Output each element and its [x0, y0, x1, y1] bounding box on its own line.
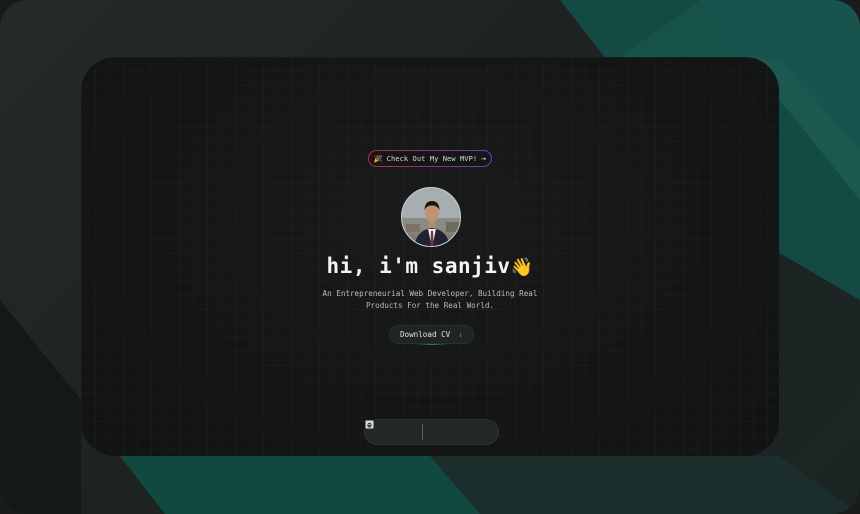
- page-title: hi, i'm sanjiv👋: [281, 254, 579, 278]
- avatar-illustration: [402, 188, 460, 246]
- dock-github-button[interactable]: [365, 420, 476, 441]
- mail-icon: [365, 421, 374, 428]
- download-arrow-icon: ↓: [458, 330, 464, 339]
- dock-projects-button[interactable]: [365, 421, 403, 441]
- download-cv-label: Download CV: [399, 330, 451, 339]
- tagline-line-2: Products For the Real World.: [365, 301, 494, 310]
- mvp-announcement-label: Check Out My New MVP!: [386, 154, 478, 163]
- avatar: [401, 187, 461, 247]
- desktop-background: 🎉 Check Out My New MVP! → hi, i'm sanjiv…: [0, 0, 860, 514]
- dock-divider: [422, 424, 424, 440]
- dock-email-button[interactable]: [365, 421, 494, 441]
- dock-blog-button[interactable]: [366, 420, 421, 441]
- dock-x-button[interactable]: [365, 420, 459, 441]
- tagline-line-1: An Entrepreneurial Web Developer, Buildi…: [322, 289, 538, 298]
- download-cv-button[interactable]: Download CV ↓: [389, 325, 474, 345]
- dock-linkedin-button[interactable]: [365, 420, 441, 441]
- portfolio-window: 🎉 Check Out My New MVP! → hi, i'm sanjiv…: [81, 57, 779, 456]
- mvp-announcement-button[interactable]: 🎉 Check Out My New MVP! →: [368, 150, 492, 167]
- wave-icon: 👋: [510, 257, 534, 278]
- bottom-dock: [364, 419, 499, 445]
- greeting-text: hi, i'm sanjiv: [326, 254, 511, 278]
- arrow-right-icon: →: [481, 154, 487, 163]
- party-icon: 🎉: [373, 154, 383, 163]
- tagline: An Entrepreneurial Web Developer, Buildi…: [301, 288, 559, 312]
